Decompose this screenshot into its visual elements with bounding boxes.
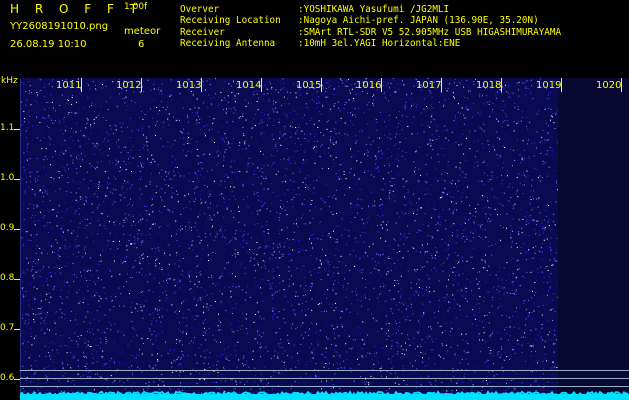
info-row-antenna: Receiving Antenna :10mH 3el.YAGI Horizon…: [180, 38, 561, 49]
hroft-spectrogram-window: H R O F F T 1.00f YY2608191010.png 26.08…: [0, 0, 629, 400]
x-tick-label: 1012: [116, 80, 142, 91]
station-info: Overver :YOSHIKAWA Yasufumi /JG2MLI Rece…: [180, 4, 561, 49]
x-tick: [501, 78, 502, 92]
info-value: :Nagoya Aichi-pref. JAPAN (136.90E, 35.2…: [298, 15, 539, 27]
x-tick-label: 1016: [356, 80, 382, 91]
spectrogram-future-area: [558, 78, 629, 400]
y-axis-unit: kHz: [1, 76, 18, 86]
x-tick-label: 1011: [56, 80, 82, 91]
info-value: :YOSHIKAWA Yasufumi /JG2MLI: [298, 4, 450, 15]
y-tick: [14, 129, 20, 130]
y-tick: [14, 179, 20, 180]
meteor-count: 6: [138, 39, 145, 50]
marker-line: [20, 378, 629, 379]
marker-line: [20, 386, 629, 387]
x-tick: [141, 78, 142, 92]
y-tick: [14, 279, 20, 280]
x-tick-label: 1017: [416, 80, 442, 91]
x-tick: [621, 78, 622, 92]
info-row-receiver: Receiver :SMArt RTL-SDR V5 52.905MHz USB…: [180, 27, 561, 38]
x-tick-label: 1015: [296, 80, 322, 91]
noise-level-trace: [20, 390, 629, 400]
meteor-label: meteor: [124, 26, 161, 37]
spectrogram-noise: [21, 78, 560, 400]
x-tick: [441, 78, 442, 92]
x-tick: [201, 78, 202, 92]
y-tick-label: 0.9: [0, 223, 15, 233]
x-tick-label: 1020: [596, 80, 622, 91]
y-tick: [14, 379, 20, 380]
info-key: Overver: [180, 4, 220, 15]
x-tick-label: 1019: [536, 80, 562, 91]
x-tick-label: 1014: [236, 80, 262, 91]
y-tick: [14, 229, 20, 230]
y-tick-label: 0.6: [0, 373, 15, 383]
info-row-location: Receiving Location :Nagoya Aichi-pref. J…: [180, 15, 561, 26]
image-filename: YY2608191010.png: [10, 21, 109, 32]
y-tick-label: 1.0: [0, 173, 15, 183]
x-tick-label: 1018: [476, 80, 502, 91]
app-version: 1.00f: [124, 2, 148, 12]
x-tick: [81, 78, 82, 92]
y-tick-label: 1.1: [0, 123, 15, 133]
x-tick: [321, 78, 322, 92]
info-key: Receiver: [180, 26, 225, 38]
info-value: :10mH 3el.YAGI Horizontal:ENE: [298, 37, 461, 49]
y-tick: [14, 329, 20, 330]
x-tick-label: 1013: [176, 80, 202, 91]
info-key: Receiving Location: [180, 15, 281, 27]
y-tick-label: 0.7: [0, 323, 15, 333]
x-tick: [561, 78, 562, 92]
info-value: :SMArt RTL-SDR V5 52.905MHz USB HIGASHIM…: [298, 26, 562, 38]
info-row-observer: Overver :YOSHIKAWA Yasufumi /JG2MLI: [180, 4, 561, 15]
spectrogram-area: [20, 78, 560, 400]
x-tick: [381, 78, 382, 92]
x-tick: [261, 78, 262, 92]
y-tick-label: 0.8: [0, 273, 15, 283]
marker-line: [20, 370, 629, 371]
info-key: Receiving Antenna: [180, 37, 276, 49]
capture-datetime: 26.08.19 10:10: [10, 39, 87, 50]
